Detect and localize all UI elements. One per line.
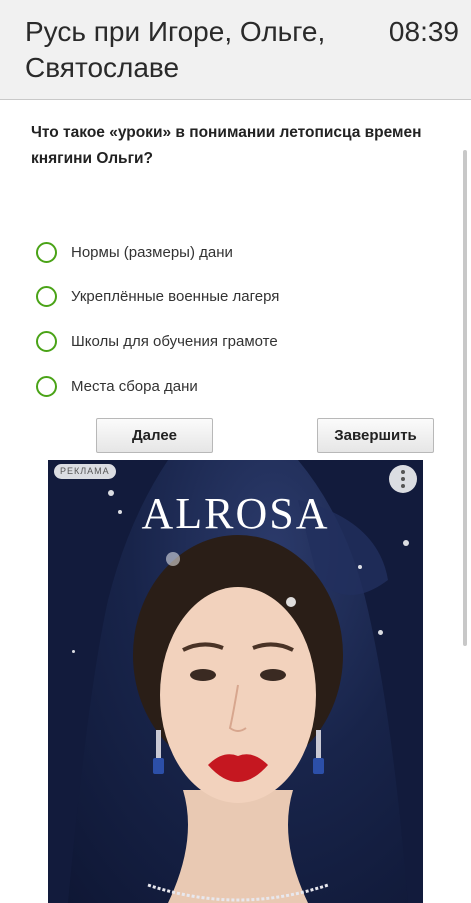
timer: 08:39 xyxy=(388,16,459,47)
answer-label: Школы для обучения грамоте xyxy=(71,332,278,350)
snowflake xyxy=(403,540,409,546)
answer-option[interactable]: Места сбора дани xyxy=(36,364,279,409)
snowflake xyxy=(166,552,180,566)
answer-options: Нормы (размеры) дани Укреплённые военные… xyxy=(36,230,279,408)
header-bar: Русь при Игоре, Ольге, Святославе 08:39 xyxy=(0,0,471,100)
snowflake xyxy=(72,650,75,653)
snowflake xyxy=(378,630,383,635)
page-title: Русь при Игоре, Ольге, Святославе xyxy=(25,16,326,83)
scrollbar[interactable] xyxy=(463,150,467,646)
answer-option[interactable]: Школы для обучения грамоте xyxy=(36,319,279,364)
question-text: Что такое «уроки» в понимании летописца … xyxy=(31,124,422,167)
answer-option[interactable]: Нормы (размеры) дани xyxy=(36,230,279,275)
radio-button[interactable] xyxy=(36,375,57,397)
snowflake xyxy=(286,597,296,607)
answer-label: Укреплённые военные лагеря xyxy=(71,288,280,306)
finish-button[interactable]: Завершить xyxy=(317,418,434,453)
radio-button[interactable] xyxy=(36,241,57,263)
radio-button[interactable] xyxy=(36,286,57,308)
ad-brand-logo: ALROSA xyxy=(141,489,330,538)
radio-button[interactable] xyxy=(36,330,57,352)
answer-label: Нормы (размеры) дани xyxy=(71,243,233,261)
answer-option[interactable]: Укреплённые военные лагеря xyxy=(36,275,279,320)
next-button[interactable]: Далее xyxy=(96,418,213,453)
ad-label: РЕКЛАМА xyxy=(54,464,116,479)
ad-banner[interactable]: РЕКЛАМА ALROSA xyxy=(48,460,423,903)
answer-label: Места сбора дани xyxy=(71,377,198,395)
snowflake xyxy=(358,565,362,569)
